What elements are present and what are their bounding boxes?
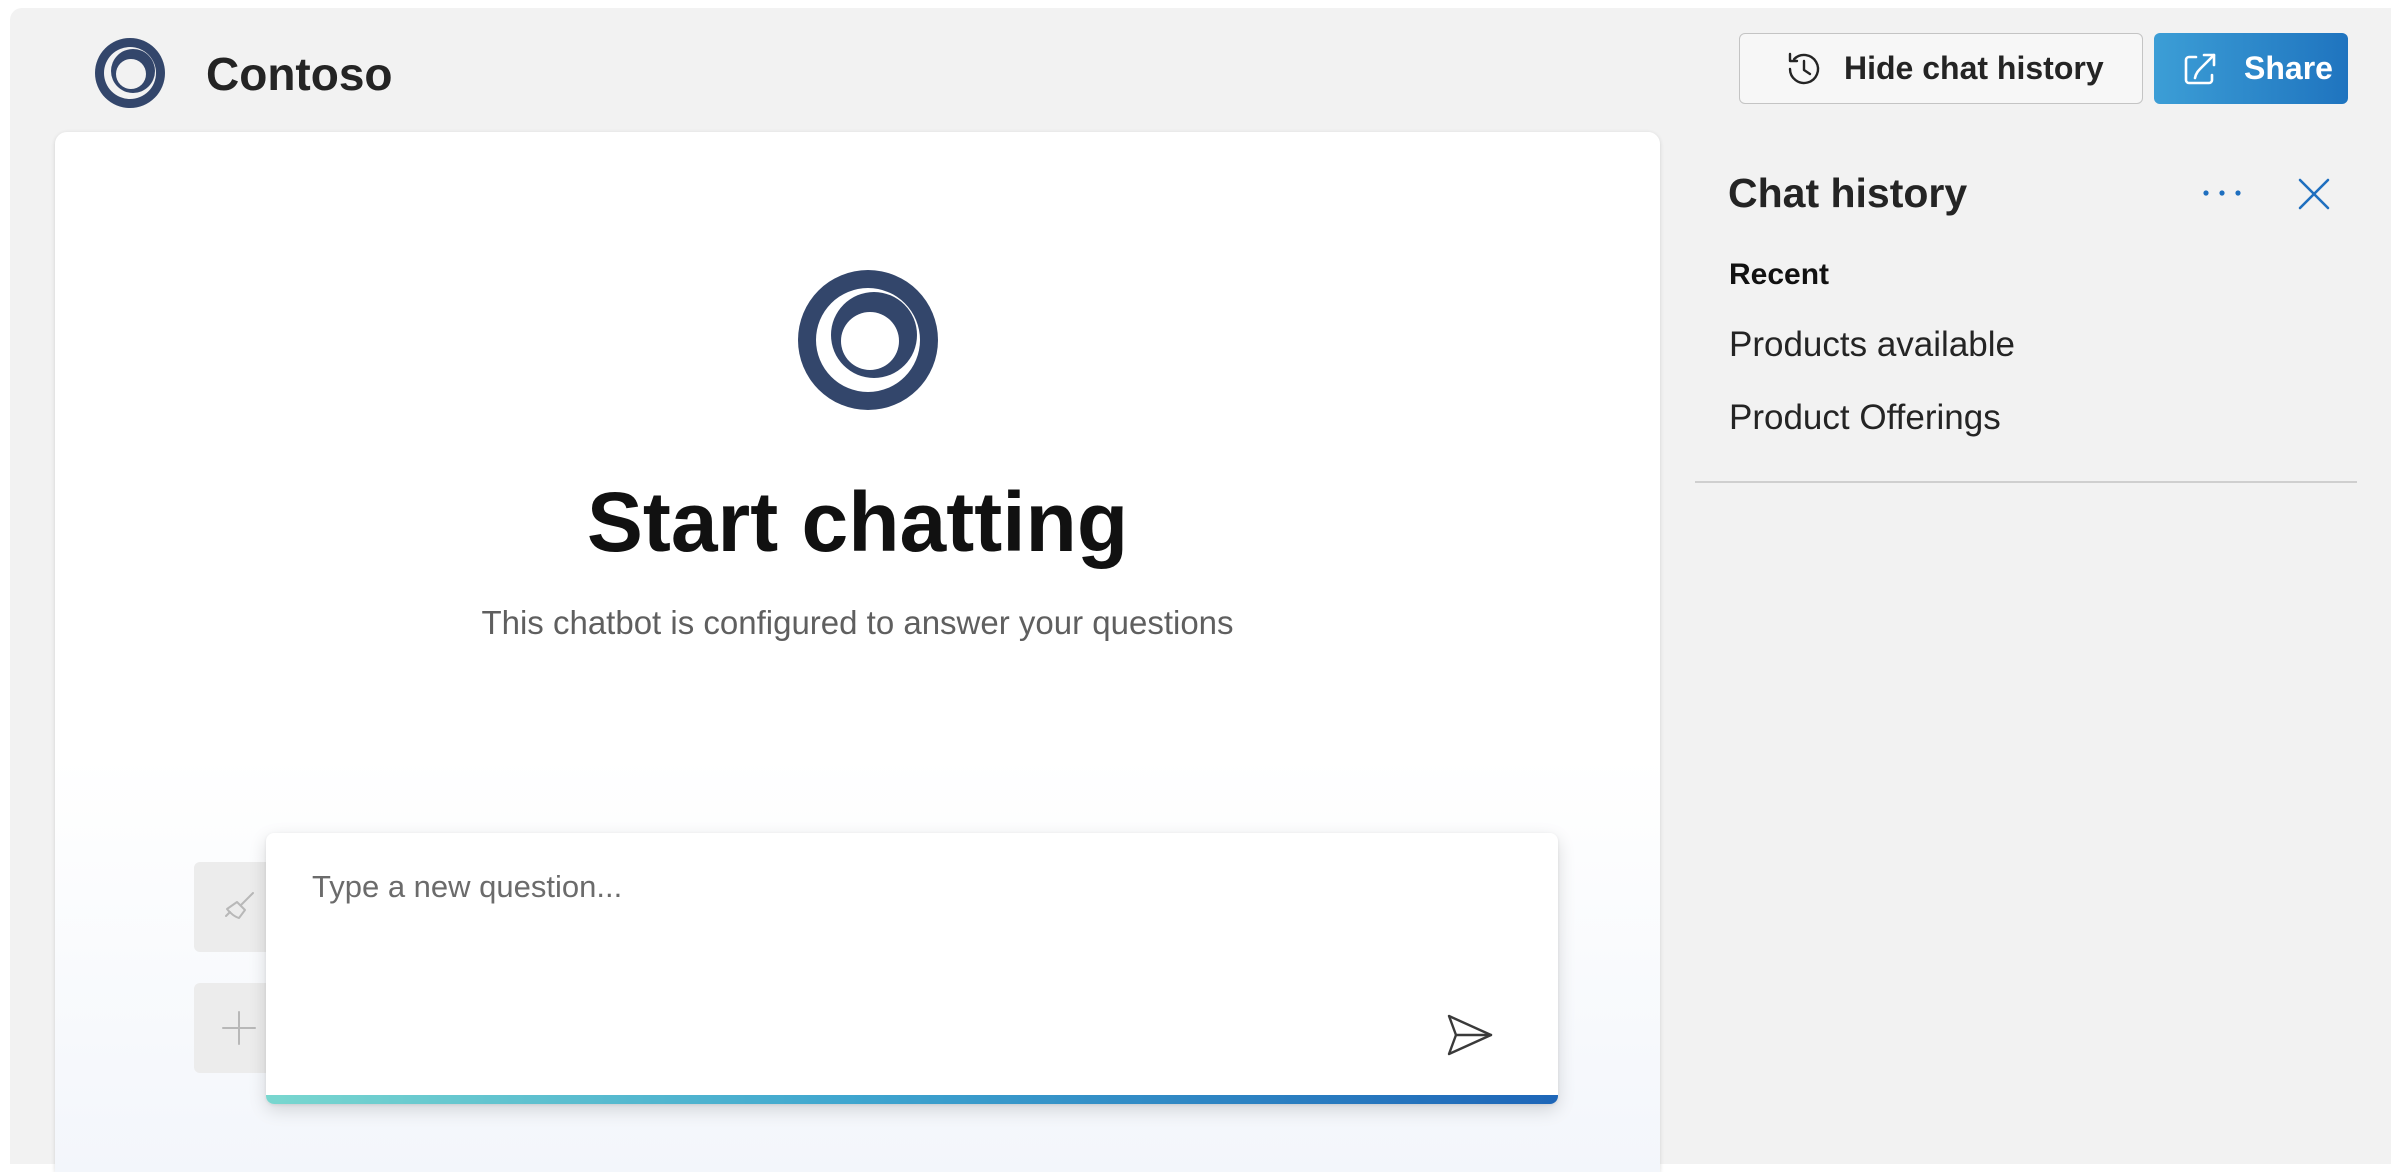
plus-icon	[222, 1011, 256, 1045]
history-item[interactable]: Products available	[1729, 323, 2015, 367]
start-chatting-title: Start chatting	[586, 475, 1129, 569]
send-icon	[1447, 1014, 1493, 1056]
broom-icon	[225, 892, 254, 919]
hide-chat-history-button[interactable]: Hide chat history	[1739, 33, 2143, 104]
share-icon	[2180, 49, 2220, 89]
recent-section-label: Recent	[1729, 258, 1830, 291]
contoso-logo-icon	[90, 33, 170, 113]
more-options-button[interactable]	[2200, 173, 2244, 213]
close-icon	[2298, 178, 2330, 210]
start-chatting-subtitle: This chatbot is configured to answer you…	[481, 604, 1234, 641]
question-input[interactable]	[312, 863, 1412, 911]
input-accent-bar	[266, 1095, 1558, 1104]
chat-panel: Start chatting This chatbot is configure…	[55, 132, 1660, 1172]
more-horizontal-icon	[2203, 190, 2241, 196]
history-item[interactable]: Product Offerings	[1729, 396, 2001, 440]
app-title: Contoso	[206, 48, 393, 100]
share-label: Share	[2244, 50, 2333, 86]
history-icon	[1784, 49, 1824, 89]
chat-history-title: Chat history	[1728, 170, 1968, 216]
contoso-logo-icon	[797, 269, 939, 411]
hide-chat-history-label: Hide chat history	[1844, 50, 2104, 86]
question-input-box	[266, 833, 1558, 1104]
history-divider	[1695, 481, 2357, 483]
send-button[interactable]	[1443, 1008, 1497, 1062]
app-window: Contoso Hide chat history Share Start ch…	[10, 8, 2391, 1172]
close-chat-history-button[interactable]	[2296, 176, 2332, 212]
share-button[interactable]: Share	[2154, 33, 2348, 104]
